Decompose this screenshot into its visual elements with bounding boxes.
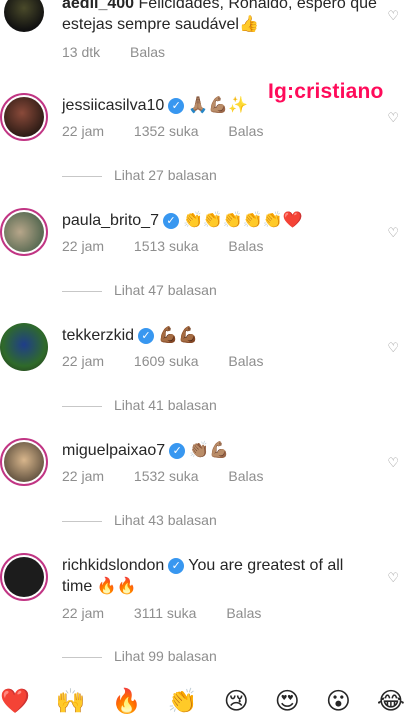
reply-button[interactable]: Balas xyxy=(228,238,263,254)
comment-meta: 22 jam 1352 suka Balas xyxy=(62,123,289,139)
username[interactable]: aedil_400 xyxy=(62,0,134,12)
timestamp: 22 jam xyxy=(62,123,105,139)
divider xyxy=(62,656,102,658)
heart-icon[interactable]: ♡ xyxy=(387,455,399,471)
username[interactable]: miguelpaixao7 xyxy=(62,442,165,459)
comment-meta: 13 dtk Balas xyxy=(62,44,191,60)
avatar[interactable] xyxy=(4,0,44,32)
comment-text: 👏🏽💪🏽 xyxy=(189,442,230,459)
comment-meta: 22 jam 1532 suka Balas xyxy=(62,468,289,484)
comment-text: 🙏🏽💪🏽✨ xyxy=(188,97,249,114)
verified-badge-icon: ✓ xyxy=(138,327,155,344)
verified-badge-icon: ✓ xyxy=(168,97,185,114)
like-count[interactable]: 1532 suka xyxy=(134,468,199,484)
crying-emoji-button[interactable]: 😢 xyxy=(224,687,249,716)
view-replies-link[interactable]: Lihat 43 balasan xyxy=(62,512,217,528)
reply-button[interactable]: Balas xyxy=(228,468,263,484)
timestamp: 13 dtk xyxy=(62,44,101,60)
divider xyxy=(62,520,102,522)
comment-meta: 22 jam 1609 suka Balas xyxy=(62,353,289,369)
divider xyxy=(62,290,102,292)
timestamp: 22 jam xyxy=(62,353,105,369)
view-replies-link[interactable]: Lihat 47 balasan xyxy=(62,282,217,298)
reply-button[interactable]: Balas xyxy=(226,605,261,621)
fire-emoji-button[interactable]: 🔥 xyxy=(112,687,142,716)
avatar[interactable] xyxy=(0,208,48,256)
avatar[interactable] xyxy=(0,323,48,371)
view-replies-link[interactable]: Lihat 27 balasan xyxy=(62,167,217,183)
like-count[interactable]: 1513 suka xyxy=(134,238,199,254)
like-count[interactable]: 1609 suka xyxy=(134,353,199,369)
heart-icon[interactable]: ♡ xyxy=(387,570,399,586)
comment-text: 💪🏾💪🏾 xyxy=(158,327,198,344)
reply-button[interactable]: Balas xyxy=(130,44,165,60)
timestamp: 22 jam xyxy=(62,238,105,254)
heart-emoji-button[interactable]: ❤️ xyxy=(0,687,30,716)
reply-button[interactable]: Balas xyxy=(228,123,263,139)
clapping-emoji-button[interactable]: 👏 xyxy=(168,687,198,716)
comment-meta: 22 jam 3111 suka Balas xyxy=(62,605,287,621)
heart-icon[interactable]: ♡ xyxy=(387,225,399,241)
heart-icon[interactable]: ♡ xyxy=(387,8,399,24)
view-replies-link[interactable]: Lihat 99 balasan xyxy=(62,648,217,664)
username[interactable]: paula_brito_7 xyxy=(62,212,159,229)
reply-button[interactable]: Balas xyxy=(228,353,263,369)
verified-badge-icon: ✓ xyxy=(162,212,179,229)
heart-icon[interactable]: ♡ xyxy=(387,340,399,356)
raising-hands-emoji-button[interactable]: 🙌 xyxy=(56,687,86,716)
watermark: Ig:cristiano xyxy=(268,80,384,103)
surprised-emoji-button[interactable]: 😮 xyxy=(326,687,351,716)
view-replies-link[interactable]: Lihat 41 balasan xyxy=(62,397,217,413)
timestamp: 22 jam xyxy=(62,605,105,621)
username[interactable]: richkidslondon xyxy=(62,557,164,574)
verified-badge-icon: ✓ xyxy=(169,442,186,459)
avatar[interactable] xyxy=(0,93,48,141)
verified-badge-icon: ✓ xyxy=(168,557,185,574)
heart-icon[interactable]: ♡ xyxy=(387,110,399,126)
laughing-emoji-button[interactable]: 😂 xyxy=(377,687,405,716)
heart-eyes-emoji-button[interactable]: 😍 xyxy=(275,687,300,716)
like-count[interactable]: 3111 suka xyxy=(134,605,197,621)
avatar[interactable] xyxy=(0,553,48,601)
like-count[interactable]: 1352 suka xyxy=(134,123,199,139)
divider xyxy=(62,175,102,177)
comment-text: 👏👏👏👏👏❤️ xyxy=(182,212,303,229)
avatar[interactable] xyxy=(0,438,48,486)
comment-meta: 22 jam 1513 suka Balas xyxy=(62,238,289,254)
username[interactable]: jessiicasilva10 xyxy=(62,97,164,114)
timestamp: 22 jam xyxy=(62,468,105,484)
emoji-reaction-bar: ❤️ 🙌 🔥 👏 😢 😍 😮 😂 xyxy=(0,682,405,720)
divider xyxy=(62,405,102,407)
username[interactable]: tekkerzkid xyxy=(62,327,134,344)
